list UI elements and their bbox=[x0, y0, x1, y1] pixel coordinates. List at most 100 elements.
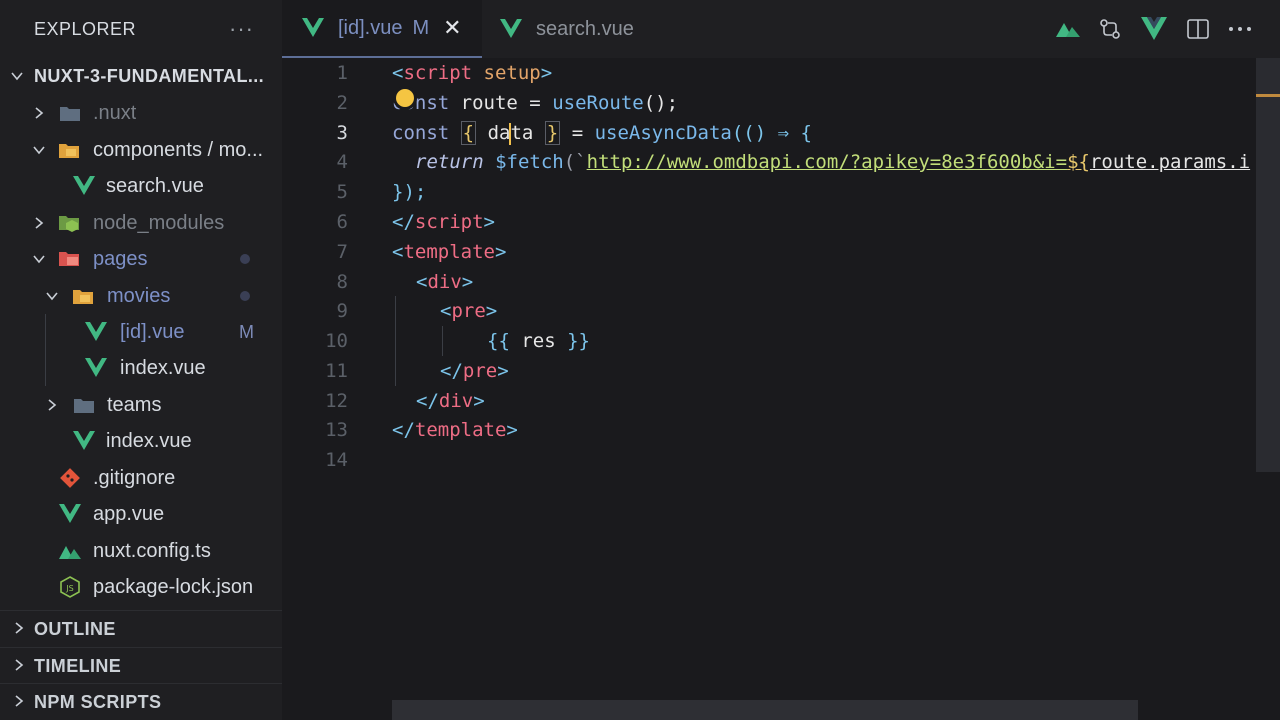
token: } bbox=[544, 121, 561, 145]
code-editor[interactable]: 1 2 3 4 5 6 7 8 9 10 11 12 13 14 <script… bbox=[282, 58, 1280, 720]
tree-item-id-vue[interactable]: [id].vue M bbox=[0, 314, 282, 350]
more-actions-icon[interactable]: ··· bbox=[229, 16, 254, 42]
node-folder-icon bbox=[58, 212, 82, 234]
token: ${ bbox=[1067, 151, 1090, 173]
token: script bbox=[403, 62, 473, 84]
code-line-4: return $fetch(`http://www.omdbapi.com/?a… bbox=[415, 147, 1250, 177]
lightbulb-icon[interactable] bbox=[396, 89, 414, 107]
chevron-right-icon bbox=[45, 398, 59, 412]
tree-item-label: .gitignore bbox=[93, 466, 176, 489]
vue-file-icon bbox=[302, 17, 326, 39]
code-line-2: const route = useRoute(); bbox=[392, 88, 678, 118]
token: < bbox=[392, 62, 404, 84]
token: $fetch bbox=[495, 151, 564, 173]
modified-dot bbox=[240, 254, 250, 264]
tab-search-vue[interactable]: search.vue bbox=[500, 0, 634, 58]
line-number: 2 bbox=[336, 92, 348, 114]
token: </ bbox=[416, 390, 439, 412]
code-line-8: <div> bbox=[416, 267, 473, 297]
tree-item-pages-folder[interactable]: pages bbox=[0, 241, 282, 277]
vertical-scrollbar[interactable] bbox=[1256, 58, 1280, 472]
section-label: OUTLINE bbox=[34, 618, 116, 639]
tree-item-app-vue[interactable]: app.vue bbox=[0, 496, 282, 532]
tree-root-folder[interactable]: NUXT-3-FUNDAMENTAL... bbox=[0, 58, 282, 94]
chevron-right-icon bbox=[32, 216, 46, 230]
code-line-9: <pre> bbox=[440, 296, 497, 326]
token: < bbox=[392, 241, 404, 263]
tree-item-package-lock[interactable]: JS package-lock.json bbox=[0, 569, 282, 605]
token: pre bbox=[462, 360, 498, 382]
horizontal-scrollbar[interactable] bbox=[392, 700, 1138, 720]
scroll-marker bbox=[1256, 94, 1280, 97]
line-number: 1 bbox=[336, 62, 348, 84]
line-number: 4 bbox=[336, 151, 348, 173]
modified-dot bbox=[240, 291, 250, 301]
code-line-10: {{ res }} bbox=[487, 326, 590, 356]
token: route bbox=[460, 92, 518, 114]
chevron-right-icon bbox=[32, 106, 46, 120]
line-number: 6 bbox=[336, 211, 348, 233]
tree-item-label: teams bbox=[107, 393, 162, 416]
tree-item-gitignore[interactable]: .gitignore bbox=[0, 460, 282, 496]
token: > bbox=[461, 271, 474, 293]
chevron-down-icon bbox=[10, 69, 24, 83]
line-number: 10 bbox=[325, 330, 348, 352]
tree-item-label: app.vue bbox=[93, 502, 165, 525]
tab-id-vue[interactable]: [id].vue M ✕ bbox=[282, 0, 482, 58]
vue-devtools-icon[interactable] bbox=[1141, 16, 1167, 42]
token: template bbox=[403, 241, 495, 263]
token: route.params.i bbox=[1089, 151, 1251, 173]
editor-tab-bar: [id].vue M ✕ search.vue bbox=[282, 0, 1280, 58]
explorer-header: EXPLORER ··· bbox=[0, 0, 282, 58]
tree-item-nuxt-folder[interactable]: .nuxt bbox=[0, 95, 282, 131]
token: (` bbox=[563, 151, 587, 173]
nuxt-icon[interactable] bbox=[1055, 16, 1081, 42]
tree-item-search-vue[interactable]: search.vue bbox=[0, 168, 282, 204]
section-outline[interactable]: OUTLINE bbox=[0, 611, 282, 647]
close-icon[interactable]: ✕ bbox=[443, 15, 461, 41]
tree-item-movies-folder[interactable]: movies bbox=[0, 278, 282, 314]
modified-badge: M bbox=[239, 321, 254, 342]
explorer-title: EXPLORER bbox=[34, 18, 137, 39]
pages-folder-icon bbox=[58, 248, 82, 270]
token: }} bbox=[567, 330, 590, 352]
tree-item-label: search.vue bbox=[106, 174, 204, 197]
token: da bbox=[487, 122, 511, 144]
compare-changes-icon[interactable] bbox=[1097, 16, 1123, 42]
token: useAsyncData bbox=[594, 122, 732, 144]
tab-label: search.vue bbox=[536, 17, 634, 40]
tree-item-node-modules-folder[interactable]: node_modules bbox=[0, 205, 282, 241]
vue-file-icon bbox=[72, 175, 96, 197]
token: = bbox=[560, 122, 595, 144]
tree-item-label: [id].vue bbox=[120, 320, 185, 343]
git-icon bbox=[58, 467, 82, 489]
token: res bbox=[509, 330, 568, 352]
line-number: 13 bbox=[325, 419, 348, 441]
tree-item-label: package-lock.json bbox=[93, 575, 254, 598]
indent-guide bbox=[395, 296, 396, 386]
tree-item-label: pages bbox=[93, 247, 148, 270]
token: http://www.omdbapi.com/?apikey=8e3f600b&… bbox=[586, 151, 1068, 173]
line-number: 9 bbox=[336, 300, 348, 322]
tree-item-components-folder[interactable]: components / mo... bbox=[0, 132, 282, 168]
section-npm-scripts[interactable]: NPM SCRIPTS bbox=[0, 684, 282, 720]
token: (() ⇒ { bbox=[731, 122, 812, 144]
tree-item-nuxt-config[interactable]: nuxt.config.ts bbox=[0, 533, 282, 569]
tree-item-pages-index-vue[interactable]: index.vue bbox=[0, 423, 282, 459]
more-actions-icon[interactable] bbox=[1227, 16, 1253, 42]
code-line-6: </script> bbox=[392, 207, 495, 237]
tree-item-label: node_modules bbox=[93, 211, 225, 234]
folder-icon bbox=[72, 394, 96, 416]
explorer-sidebar: EXPLORER ··· NUXT-3-FUNDAMENTAL... .nuxt… bbox=[0, 0, 282, 720]
section-timeline[interactable]: TIMELINE bbox=[0, 648, 282, 684]
token: = bbox=[517, 92, 553, 114]
token: </ bbox=[392, 419, 415, 441]
tree-item-teams-folder[interactable]: teams bbox=[0, 387, 282, 423]
chevron-down-icon bbox=[45, 289, 59, 303]
split-editor-icon[interactable] bbox=[1185, 16, 1211, 42]
tree-item-movies-index-vue[interactable]: index.vue bbox=[0, 350, 282, 386]
token: useRoute bbox=[552, 92, 644, 114]
token: > bbox=[473, 390, 485, 412]
section-label: NPM SCRIPTS bbox=[34, 691, 162, 712]
folder-open-icon bbox=[72, 285, 96, 307]
